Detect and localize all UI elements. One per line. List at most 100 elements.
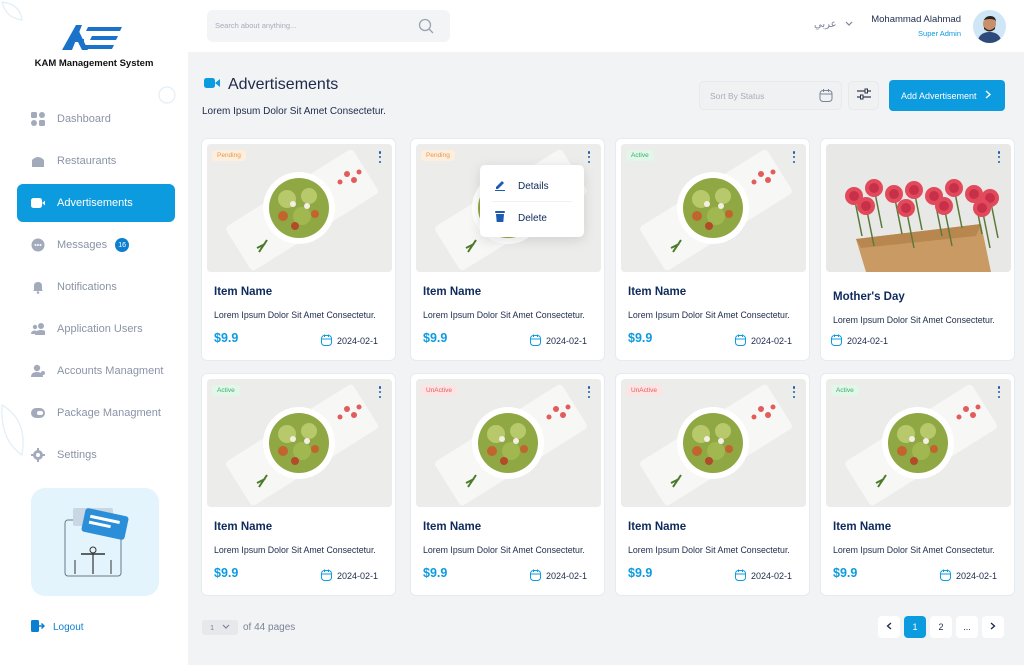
menu-item-label: Details (518, 181, 549, 192)
card-description: Lorem Ipsum Dolor Sit Amet Consectetur. (628, 545, 790, 555)
more-options-icon[interactable] (376, 150, 384, 164)
sidebar-item-label: Application Users (57, 323, 143, 335)
language-selector[interactable]: عربي (814, 19, 853, 30)
more-options-icon[interactable] (585, 385, 593, 399)
sidebar-item-accounts-managment[interactable]: Accounts Managment (17, 352, 175, 390)
page-count-text: of 44 pages (243, 622, 296, 633)
more-options-icon[interactable] (995, 150, 1003, 164)
menu-item-label: Delete (518, 212, 547, 224)
card-date-text: 2024-02-1 (847, 336, 889, 346)
sidebar-item-settings[interactable]: Settings (17, 436, 175, 474)
calendar-icon-wrap (529, 334, 541, 348)
card-title: Item Name (628, 521, 687, 533)
more-options-icon[interactable] (585, 150, 593, 164)
card-title: Item Name (214, 521, 273, 533)
card-image: Pending (207, 144, 392, 272)
sidebar-item-package-managment[interactable]: Package Managment (17, 394, 175, 432)
menu-item-details[interactable]: Details (494, 179, 549, 194)
dashboard-icon (31, 112, 45, 126)
prev-page-button[interactable] (878, 616, 900, 638)
card-date: 2024-02-1 (320, 569, 378, 583)
card-date: 2024-02-1 (939, 569, 997, 583)
edit-pen-icon (494, 179, 506, 194)
filter-button[interactable] (848, 81, 879, 110)
sidebar-item-dashboard[interactable]: Dashboard (17, 100, 175, 138)
calendar-icon (529, 334, 541, 346)
calendar-icon-wrap (734, 569, 746, 583)
sidebar-item-label: Messages (57, 239, 108, 251)
card-date: 2024-02-1 (734, 569, 792, 583)
card-date-text: 2024-02-1 (545, 571, 587, 581)
sliders-icon (856, 87, 871, 105)
bell-icon (31, 280, 45, 294)
restaurant-icon (31, 154, 45, 168)
next-page-button[interactable] (982, 616, 1004, 638)
status-badge: Pending (421, 150, 455, 161)
sidebar-item-label: Notifications (57, 281, 117, 293)
calendar-icon-wrap (939, 569, 951, 583)
card-date: 2024-02-1 (320, 334, 378, 348)
sidebar-item-label: Settings (57, 449, 97, 461)
salad-image (207, 144, 392, 272)
advertisement-card[interactable]: Active Item Name Lorem Ipsum Dolor Sit A… (615, 138, 810, 361)
calendar-icon-wrap (734, 334, 746, 348)
search-input[interactable]: Search about anything... (207, 10, 450, 42)
sidebar-item-notifications[interactable]: Notifications (17, 268, 175, 306)
chat-icon (31, 238, 45, 252)
sort-placeholder: Sort By Status (710, 91, 765, 101)
more-options-icon[interactable] (790, 150, 798, 164)
sidebar-item-advertisements[interactable]: Advertisements (17, 184, 175, 222)
pagination: 1 2 ... (874, 616, 1004, 638)
sort-by-status-select[interactable]: Sort By Status (699, 81, 842, 110)
card-date-text: 2024-02-1 (955, 571, 997, 581)
add-advertisement-button[interactable]: Add Advertisement (889, 80, 1005, 111)
brand-name: KAM Management System (34, 58, 154, 69)
card-title: Item Name (628, 286, 687, 298)
card-date-text: 2024-02-1 (336, 571, 378, 581)
advertisement-card[interactable]: UnActive Item Name Lorem Ipsum Dolor Sit… (615, 373, 810, 596)
logout-button[interactable]: Logout (31, 620, 84, 635)
card-title: Item Name (423, 521, 482, 533)
card-price: $9.9 (214, 566, 239, 580)
card-image: Active (826, 379, 1011, 507)
card-description: Lorem Ipsum Dolor Sit Amet Consectetur. (833, 545, 995, 555)
status-badge: Active (626, 150, 654, 161)
page-size-select[interactable]: 1 (202, 620, 238, 635)
calendar-icon-wrap (320, 569, 332, 583)
sidebar-nav: Dashboard Restaurants Advertisements Mes… (17, 100, 175, 478)
card-description: Lorem Ipsum Dolor Sit Amet Consectetur. (833, 315, 995, 325)
logout-icon (31, 620, 46, 635)
more-options-icon[interactable] (995, 385, 1003, 399)
card-price: $9.9 (423, 566, 448, 580)
more-options-icon[interactable] (376, 385, 384, 399)
kam-logo (62, 25, 122, 50)
advertisement-card[interactable]: UnActive Item Name Lorem Ipsum Dolor Sit… (410, 373, 605, 596)
page-ellipsis[interactable]: ... (956, 616, 978, 638)
advertisement-card[interactable]: Active Item Name Lorem Ipsum Dolor Sit A… (820, 373, 1015, 596)
sidebar-item-application-users[interactable]: Application Users (17, 310, 175, 348)
advertisement-card[interactable]: Pending Item Name Lorem Ipsum Dolor Sit … (201, 138, 396, 361)
page-button-2[interactable]: 2 (930, 616, 952, 638)
menu-divider (492, 201, 572, 202)
sidebar-item-label: Advertisements (57, 197, 133, 209)
search-icon[interactable] (418, 18, 434, 39)
card-description: Lorem Ipsum Dolor Sit Amet Consectetur. (423, 310, 585, 320)
advertisement-card[interactable]: Mother's Day Lorem Ipsum Dolor Sit Amet … (820, 138, 1015, 361)
avatar[interactable] (973, 10, 1006, 43)
menu-item-delete[interactable]: Delete (494, 210, 547, 226)
page-title-text: Advertisements (228, 76, 339, 93)
page-button-1[interactable]: 1 (904, 616, 926, 638)
more-options-icon[interactable] (790, 385, 798, 399)
sidebar-item-restaurants[interactable]: Restaurants (17, 142, 175, 180)
sidebar-item-messages[interactable]: Messages 16 (17, 226, 175, 264)
chevron-left-icon (886, 622, 892, 632)
card-price: $9.9 (628, 331, 653, 345)
page-select-value: 1 (210, 623, 215, 632)
card-date-text: 2024-02-1 (545, 336, 587, 346)
calendar-icon (831, 334, 842, 346)
page-title: Advertisements (204, 76, 338, 94)
user-name: Mohammad Alahmad (871, 14, 961, 25)
restaurant-illustration-icon (64, 508, 129, 577)
calendar-icon (320, 569, 332, 581)
advertisement-card[interactable]: Active Item Name Lorem Ipsum Dolor Sit A… (201, 373, 396, 596)
